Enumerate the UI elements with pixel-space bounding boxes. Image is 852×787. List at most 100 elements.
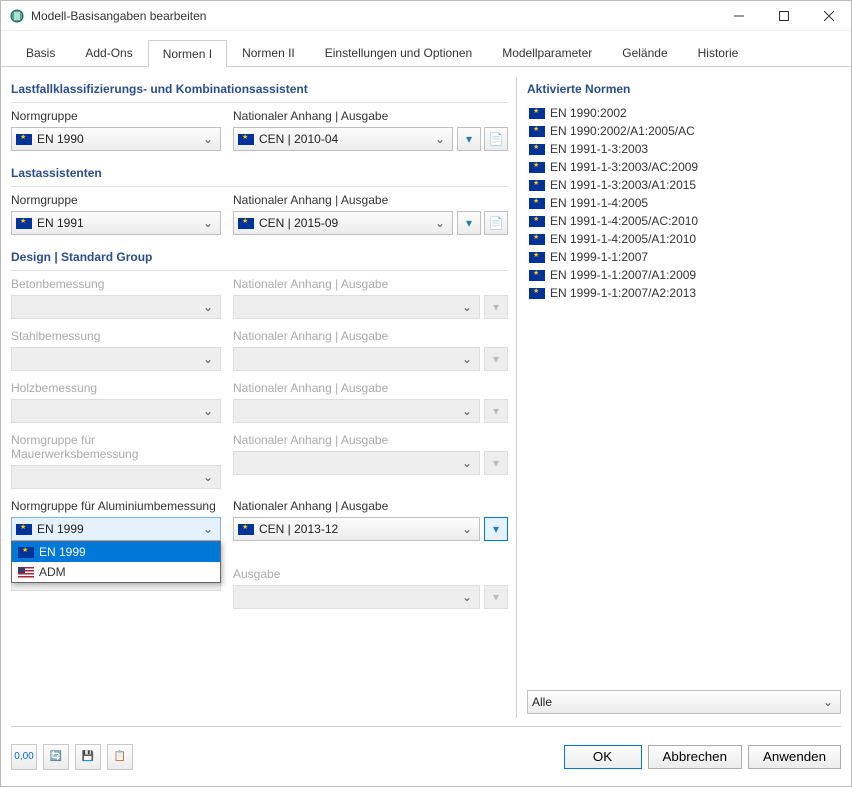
norm-item[interactable]: EN 1999-1-1:2007 (527, 248, 841, 266)
stahl-annex-label: Nationaler Anhang | Ausgabe (233, 329, 508, 343)
aluminium-annex-combo[interactable]: CEN | 2013-12 ⌄ (233, 517, 480, 541)
lastassist-annex-combo[interactable]: CEN | 2015-09 ⌄ (233, 211, 453, 235)
eu-flag-icon (529, 216, 545, 227)
dialog-window: Modell-Basisangaben bearbeiten Basis Add… (0, 0, 852, 787)
tab-basis[interactable]: Basis (11, 39, 70, 66)
lastassist-group-combo[interactable]: EN 1991 ⌄ (11, 211, 221, 235)
dropdown-option-en1999[interactable]: EN 1999 (12, 542, 220, 562)
ok-button[interactable]: OK (564, 745, 642, 769)
norm-item[interactable]: EN 1990:2002 (527, 104, 841, 122)
funnel-icon: ▾ (493, 456, 499, 470)
tab-modellparameter[interactable]: Modellparameter (487, 39, 607, 66)
activated-norms-list: EN 1990:2002 EN 1990:2002/A1:2005/AC EN … (527, 104, 841, 690)
titlebar: Modell-Basisangaben bearbeiten (1, 1, 851, 31)
norm-item[interactable]: EN 1991-1-3:2003/AC:2009 (527, 158, 841, 176)
right-panel: Aktivierte Normen EN 1990:2002 EN 1990:2… (516, 77, 841, 718)
new-annex-button[interactable]: 📄 (484, 127, 508, 151)
beton-annex-combo: ⌄ (233, 295, 480, 319)
close-button[interactable] (806, 1, 851, 30)
lastassist-group-label: Normgruppe (11, 193, 221, 207)
beton-combo: ⌄ (11, 295, 221, 319)
aluminium-dropdown: EN 1999 ADM (11, 541, 221, 583)
eu-flag-icon (529, 288, 545, 299)
tab-normen-ii[interactable]: Normen II (227, 39, 310, 66)
norm-item[interactable]: EN 1990:2002/A1:2005/AC (527, 122, 841, 140)
chevron-down-icon: ⌄ (200, 300, 216, 314)
stahl-combo: ⌄ (11, 347, 221, 371)
aluminium-combo[interactable]: EN 1999 ⌄ (11, 517, 221, 541)
new-doc-icon: 📄 (489, 132, 504, 146)
copy-button[interactable]: 📋 (107, 744, 133, 770)
refresh-button[interactable]: 🔄 (43, 744, 69, 770)
eu-flag-icon (16, 134, 32, 145)
funnel-icon: ▾ (493, 300, 499, 314)
norm-item[interactable]: EN 1991-1-4:2005/AC:2010 (527, 212, 841, 230)
funnel-icon: ▾ (493, 522, 499, 536)
tab-gelaende[interactable]: Gelände (607, 39, 682, 66)
norm-item[interactable]: EN 1999-1-1:2007/A2:2013 (527, 284, 841, 302)
chevron-down-icon: ⌄ (432, 216, 448, 230)
chevron-down-icon: ⌄ (820, 695, 836, 709)
eu-flag-icon (529, 252, 545, 263)
lastfall-annex-label: Nationaler Anhang | Ausgabe (233, 109, 508, 123)
norm-filter-combo[interactable]: Alle ⌄ (527, 690, 841, 714)
eu-flag-icon (529, 144, 545, 155)
apply-button[interactable]: Anwenden (748, 745, 841, 769)
mauerwerk-combo: ⌄ (11, 465, 221, 489)
eu-flag-icon (16, 218, 32, 229)
window-title: Modell-Basisangaben bearbeiten (31, 9, 716, 23)
holz-annex-combo: ⌄ (233, 399, 480, 423)
left-panel: Lastfallklassifizierungs- und Kombinatio… (11, 77, 516, 718)
app-icon (9, 8, 25, 24)
lastfall-group-label: Normgruppe (11, 109, 221, 123)
save-button[interactable]: 💾 (75, 744, 101, 770)
funnel-icon: ▾ (466, 216, 472, 230)
section-lastassist-title: Lastassistenten (11, 161, 508, 187)
cancel-button[interactable]: Abbrechen (648, 745, 742, 769)
norm-item[interactable]: EN 1991-1-4:2005 (527, 194, 841, 212)
lastfall-annex-combo[interactable]: CEN | 2010-04 ⌄ (233, 127, 453, 151)
filter-button[interactable]: ▾ (484, 517, 508, 541)
chevron-down-icon: ⌄ (200, 132, 216, 146)
new-annex-button[interactable]: 📄 (484, 211, 508, 235)
content-area: Lastfallklassifizierungs- und Kombinatio… (1, 67, 851, 718)
filter-button: ▾ (484, 295, 508, 319)
maximize-button[interactable] (761, 1, 806, 30)
norm-item[interactable]: EN 1991-1-4:2005/A1:2010 (527, 230, 841, 248)
chevron-down-icon: ⌄ (200, 352, 216, 366)
tab-addons[interactable]: Add-Ons (70, 39, 147, 66)
holz-label: Holzbemessung (11, 381, 221, 395)
refresh-icon: 🔄 (50, 751, 62, 762)
copy-icon: 📋 (114, 751, 126, 762)
mauerwerk-label: Normgruppe für Mauerwerksbemessung (11, 433, 221, 461)
tab-bar: Basis Add-Ons Normen I Normen II Einstel… (1, 39, 851, 67)
eu-flag-icon (238, 134, 254, 145)
section-design-title: Design | Standard Group (11, 245, 508, 271)
holz-combo: ⌄ (11, 399, 221, 423)
filter-button[interactable]: ▾ (457, 127, 481, 151)
tab-normen-i[interactable]: Normen I (148, 40, 227, 67)
tab-historie[interactable]: Historie (683, 39, 754, 66)
norm-item[interactable]: EN 1991-1-3:2003 (527, 140, 841, 158)
minimize-button[interactable] (716, 1, 761, 30)
filter-button: ▾ (484, 399, 508, 423)
eu-flag-icon (529, 126, 545, 137)
eu-flag-icon (529, 162, 545, 173)
filter-button[interactable]: ▾ (457, 211, 481, 235)
lastfall-group-combo[interactable]: EN 1990 ⌄ (11, 127, 221, 151)
funnel-icon: ▾ (466, 132, 472, 146)
funnel-icon: ▾ (493, 590, 499, 604)
activated-norms-title: Aktivierte Normen (527, 77, 841, 102)
save-icon: 💾 (82, 751, 94, 762)
tab-einstellungen[interactable]: Einstellungen und Optionen (310, 39, 487, 66)
eu-flag-icon (18, 547, 34, 558)
units-button[interactable]: 0,00 (11, 744, 37, 770)
norm-item[interactable]: EN 1991-1-3:2003/A1:2015 (527, 176, 841, 194)
ausgabe-label: Ausgabe (233, 567, 508, 581)
norm-item[interactable]: EN 1999-1-1:2007/A1:2009 (527, 266, 841, 284)
eu-flag-icon (529, 180, 545, 191)
us-flag-icon (18, 567, 34, 578)
chevron-down-icon: ⌄ (459, 522, 475, 536)
dropdown-option-adm[interactable]: ADM (12, 562, 220, 582)
stahl-annex-combo: ⌄ (233, 347, 480, 371)
